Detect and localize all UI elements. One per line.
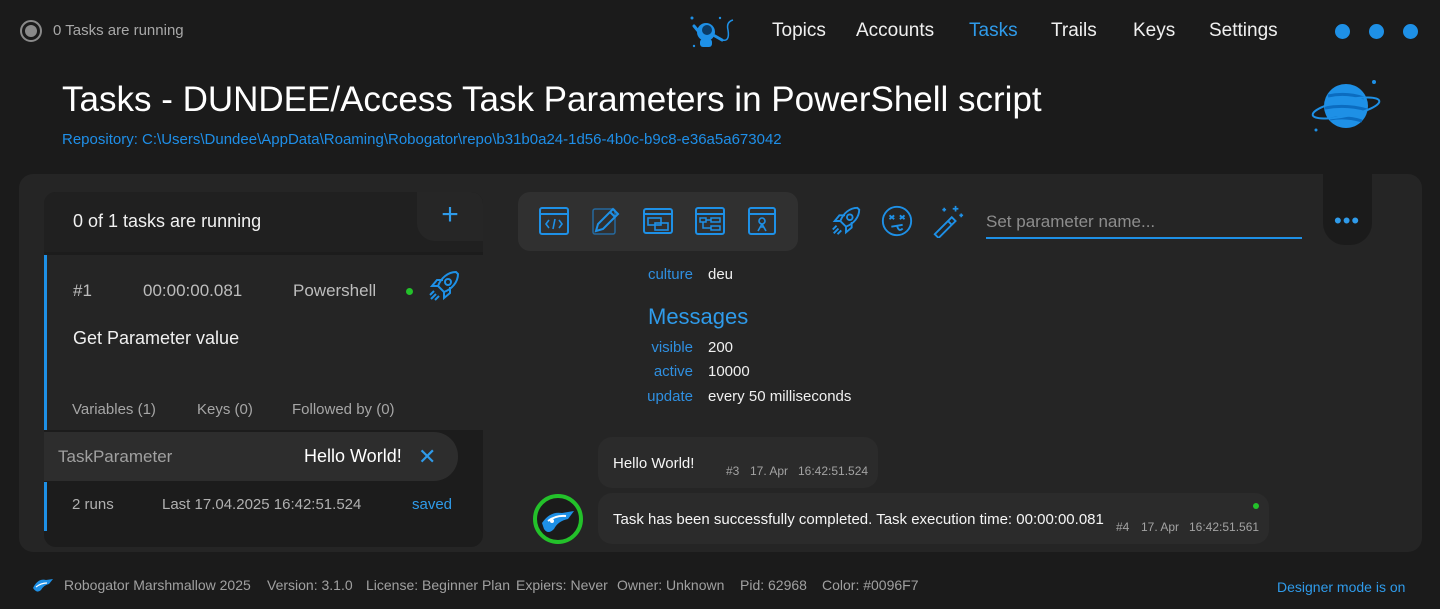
active-key: active xyxy=(653,363,693,380)
remove-parameter-icon[interactable]: ✕ xyxy=(418,444,436,470)
run-script-icon[interactable] xyxy=(746,205,778,237)
visible-value: 200 xyxy=(708,339,734,356)
running-count-text: 0 of 1 tasks are running xyxy=(73,211,262,231)
task-number: #1 xyxy=(73,281,92,300)
more-options-icon[interactable]: ••• xyxy=(1334,208,1360,234)
magic-wand-icon[interactable] xyxy=(931,204,965,238)
nav-settings[interactable]: Settings xyxy=(1209,20,1278,44)
structure-icon[interactable] xyxy=(694,205,726,237)
running-status-icon xyxy=(20,20,42,42)
footer-owner: Owner: Unknown xyxy=(617,577,725,593)
parameter-key: TaskParameter xyxy=(58,447,173,466)
message-number: #4 xyxy=(1116,520,1130,534)
footer-version: Version: 3.1.0 xyxy=(267,577,353,593)
task-duration: 00:00:00.081 xyxy=(143,281,243,300)
edit-pen-icon[interactable] xyxy=(590,205,622,237)
update-key: update xyxy=(647,388,693,405)
tab-followed-by[interactable]: Followed by (0) xyxy=(292,401,395,418)
culture-value: deu xyxy=(708,266,734,283)
runs-last: Last 17.04.2025 16:42:51.524 xyxy=(162,496,362,513)
footer-app: Robogator Marshmallow 2025 xyxy=(64,577,251,593)
planet-icon xyxy=(1311,80,1381,132)
footer-expiers: Expiers: Never xyxy=(516,577,608,593)
minimize-button[interactable] xyxy=(1335,24,1350,39)
footer-color: Color: #0096F7 xyxy=(822,577,919,593)
message-time: 16:42:51.561 xyxy=(1189,520,1260,534)
culture-key: culture xyxy=(647,266,693,283)
task-type: Powershell xyxy=(293,281,377,300)
editor-toolbar xyxy=(518,192,798,251)
nav-keys[interactable]: Keys xyxy=(1133,20,1175,44)
message-text: Hello World! xyxy=(613,455,695,472)
footer-license: License: Beginner Plan xyxy=(366,577,510,593)
message-bubble: Task has been successfully completed. Ta… xyxy=(598,493,1269,544)
task-list-panel: 0 of 1 tasks are running + #1 00:00:00.0… xyxy=(44,192,483,547)
page-title: Tasks - DUNDEE/Access Task Parameters in… xyxy=(62,80,1042,119)
running-status-text: 0 Tasks are running xyxy=(53,22,184,39)
rocket-icon[interactable] xyxy=(829,204,863,238)
windows-icon[interactable] xyxy=(642,205,674,237)
run-task-rocket-icon[interactable] xyxy=(426,268,462,304)
message-time: 16:42:51.524 xyxy=(798,464,869,478)
code-window-icon[interactable] xyxy=(538,205,570,237)
message-date: 17. Apr xyxy=(1141,520,1180,534)
message-number: #3 xyxy=(726,464,740,478)
parameter-value: Hello World! xyxy=(304,446,402,466)
task-name: Get Parameter value xyxy=(73,328,240,348)
visible-key: visible xyxy=(651,339,693,356)
message-bubble: Hello World! #3 17. Apr 16:42:51.524 xyxy=(598,437,878,488)
nav-accounts[interactable]: Accounts xyxy=(856,20,934,44)
messages-heading: Messages xyxy=(648,304,749,329)
maximize-button[interactable] xyxy=(1369,24,1384,39)
message-text: Task has been successfully completed. Ta… xyxy=(613,511,1104,528)
dizzy-face-icon[interactable] xyxy=(880,204,914,238)
runs-count: 2 runs xyxy=(72,496,114,513)
saved-status: saved xyxy=(412,496,453,513)
designer-mode-link[interactable]: Designer mode is on xyxy=(1277,579,1405,595)
robogator-avatar xyxy=(533,494,583,544)
repository-link[interactable]: Repository: C:\Users\Dundee\AppData\Roam… xyxy=(62,131,782,148)
nav-trails[interactable]: Trails xyxy=(1051,20,1097,44)
close-button[interactable] xyxy=(1403,24,1418,39)
active-value: 10000 xyxy=(708,363,750,380)
add-task-button[interactable]: + xyxy=(417,192,483,241)
parameter-row[interactable]: TaskParameter Hello World! ✕ xyxy=(44,432,458,481)
parameter-name-input[interactable] xyxy=(986,206,1302,239)
astronaut-logo-icon xyxy=(690,16,734,48)
footer-pid: Pid: 62968 xyxy=(740,577,807,593)
nav-tasks[interactable]: Tasks xyxy=(969,20,1018,44)
tab-variables[interactable]: Variables (1) xyxy=(72,401,156,418)
robogator-logo-icon xyxy=(33,579,53,592)
task-status-dot xyxy=(406,288,413,295)
online-indicator xyxy=(1253,503,1259,509)
message-date: 17. Apr xyxy=(750,464,789,478)
runs-summary: 2 runs Last 17.04.2025 16:42:51.524 save… xyxy=(44,482,483,531)
tab-keys[interactable]: Keys (0) xyxy=(197,401,253,418)
nav-topics[interactable]: Topics xyxy=(772,20,826,44)
update-value: every 50 milliseconds xyxy=(708,388,852,405)
task-card[interactable]: #1 00:00:00.081 Powershell Get Parameter… xyxy=(44,255,483,430)
